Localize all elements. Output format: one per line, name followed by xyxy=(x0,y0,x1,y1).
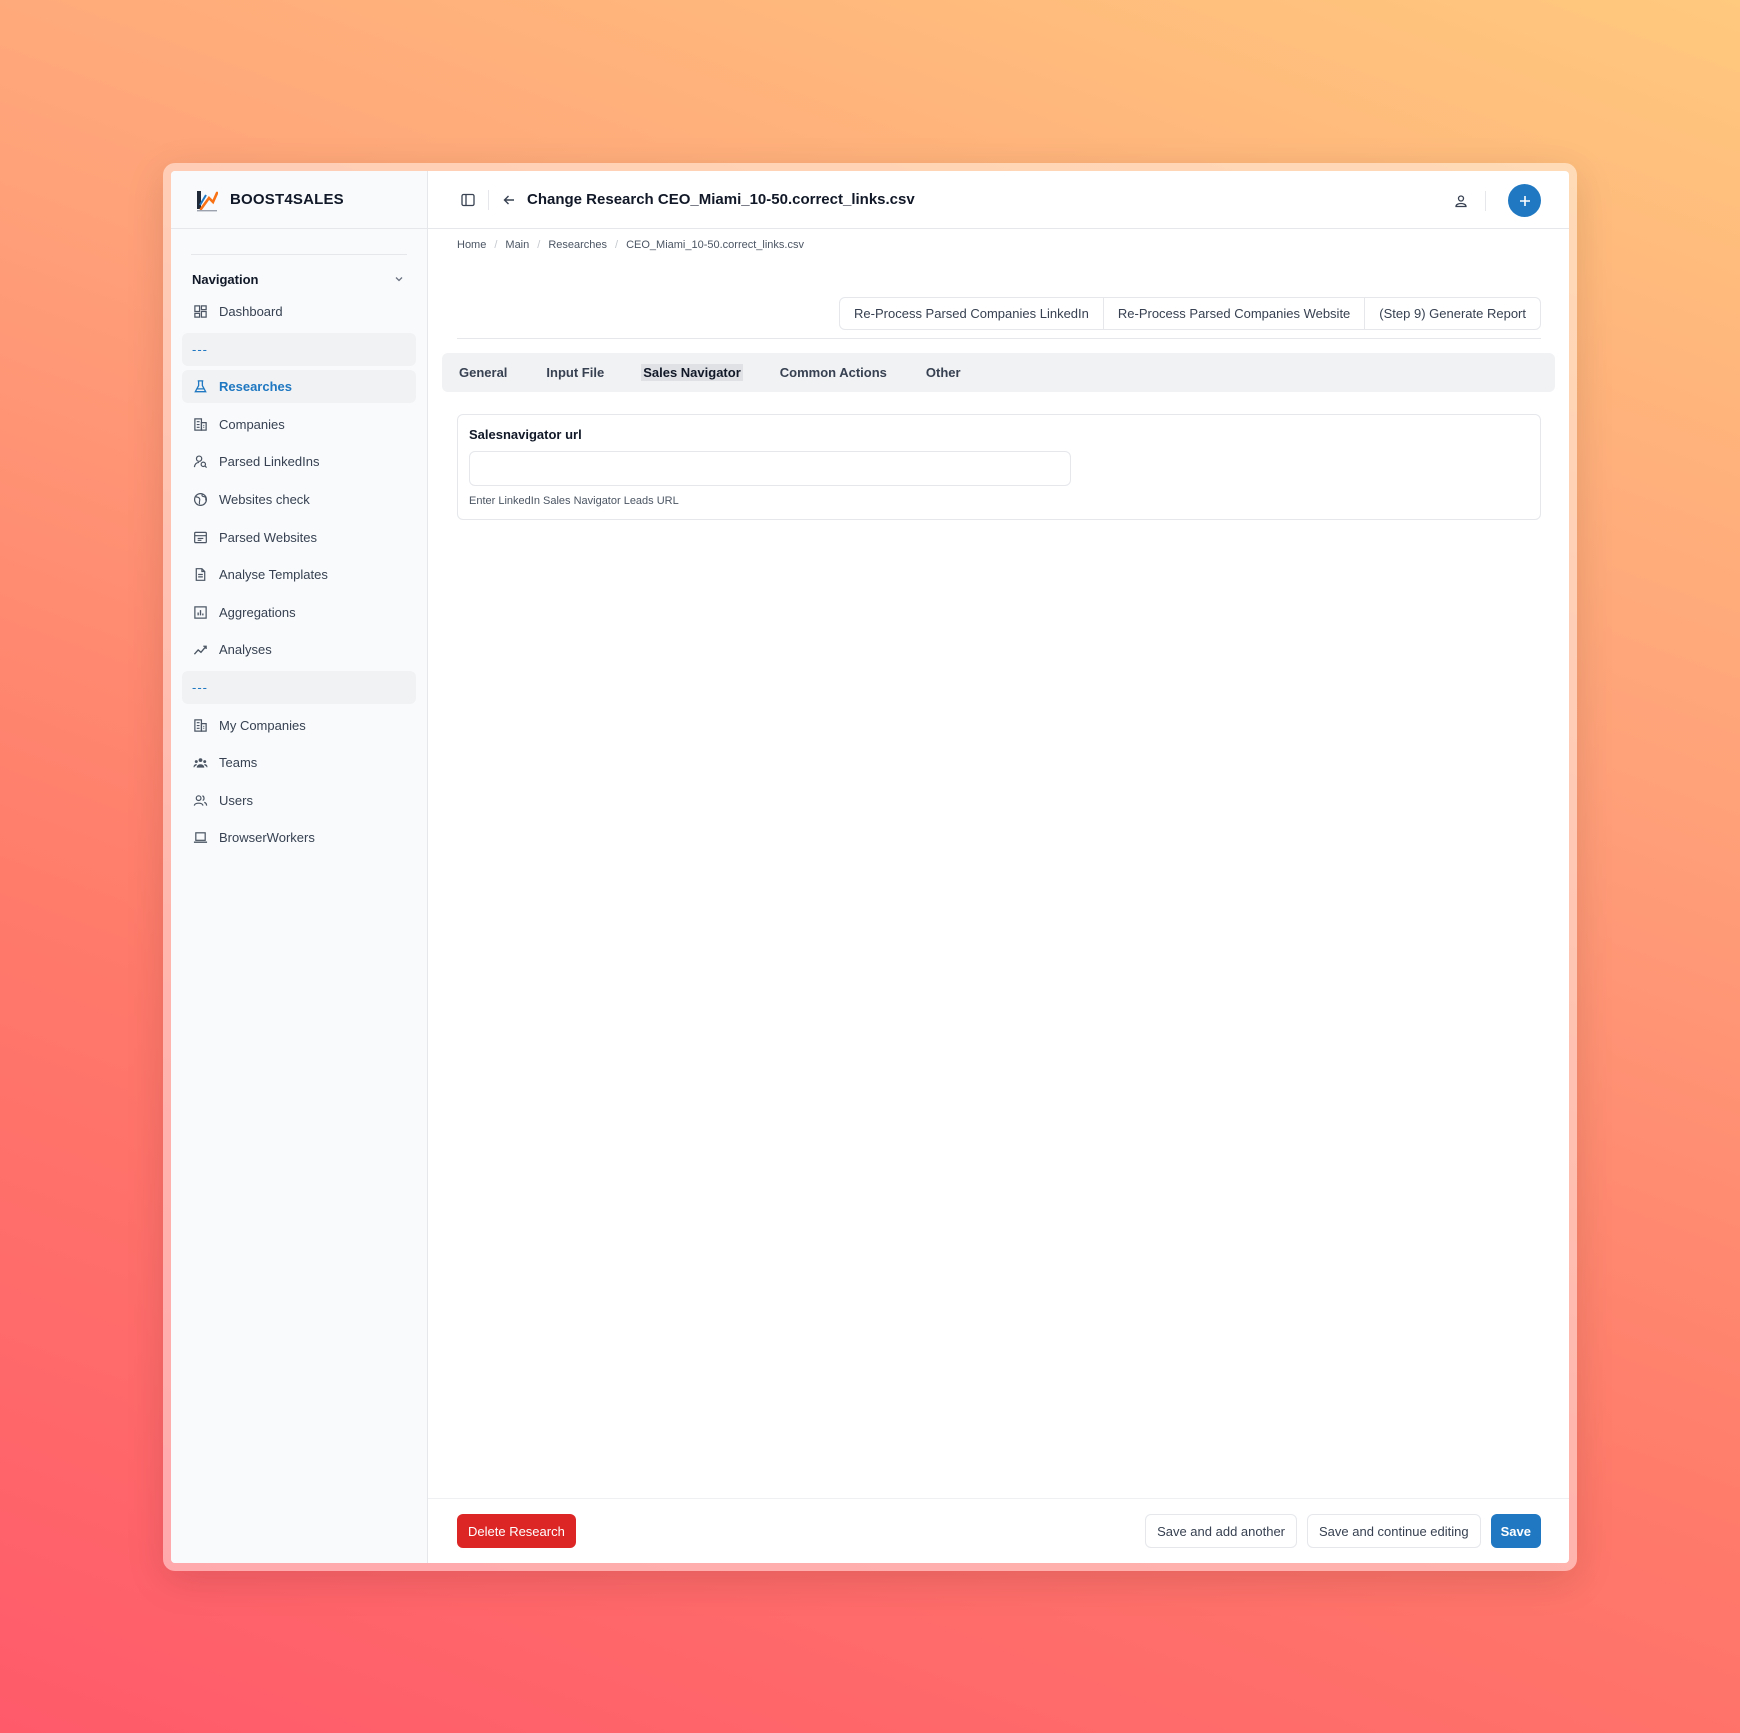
sidebar-item-parsed-websites[interactable]: Parsed Websites xyxy=(182,521,416,554)
sidebar-toggle-icon[interactable] xyxy=(456,188,480,212)
page-title: Change Research CEO_Miami_10-50.correct_… xyxy=(527,191,915,208)
nav-list: Dashboard --- Researches Companies Parse… xyxy=(171,289,427,854)
sidebar-item-aggregations[interactable]: Aggregations xyxy=(182,596,416,629)
actions-divider xyxy=(457,338,1541,339)
building-icon xyxy=(192,416,208,432)
chevron-down-icon xyxy=(395,277,403,282)
sidebar-item-label: Dashboard xyxy=(219,304,283,319)
sidebar-item-label: Users xyxy=(219,792,253,808)
sidebar-item-my-companies[interactable]: My Companies xyxy=(182,709,416,742)
breadcrumb-separator: / xyxy=(494,239,498,251)
back-arrow-icon[interactable] xyxy=(497,188,521,212)
team-icon xyxy=(192,755,208,771)
sidebar-divider: --- xyxy=(182,332,416,366)
tab-sales-navigator[interactable]: Sales Navigator xyxy=(641,364,743,381)
add-button[interactable] xyxy=(1508,184,1541,217)
sidebar-item-companies[interactable]: Companies xyxy=(182,408,416,441)
breadcrumb-separator: / xyxy=(537,239,541,251)
sidebar-item-users[interactable]: Users xyxy=(182,784,416,817)
sidebar-item-parsed-linkedins[interactable]: Parsed LinkedIns xyxy=(182,445,416,478)
breadcrumb-researches[interactable]: Researches xyxy=(548,239,607,251)
sidebar-item-researches[interactable]: Researches xyxy=(182,370,416,404)
topbar-actions xyxy=(1445,184,1541,217)
nav-section-title: Navigation xyxy=(192,271,259,287)
sidebar-item-label: BrowserWorkers xyxy=(219,830,315,846)
salesnavigator-url-label: Salesnavigator url xyxy=(469,427,582,442)
breadcrumb-home[interactable]: Home xyxy=(457,239,486,251)
user-icon[interactable] xyxy=(1445,185,1477,217)
trend-icon xyxy=(192,642,208,658)
reprocess-website-button[interactable]: Re-Process Parsed Companies Website xyxy=(1103,297,1366,330)
delete-research-button[interactable]: Delete Research xyxy=(457,1514,576,1548)
browser-window-icon xyxy=(192,529,208,545)
save-add-another-button[interactable]: Save and add another xyxy=(1145,1514,1297,1548)
tab-general[interactable]: General xyxy=(457,364,509,381)
sidebar-divider: --- xyxy=(182,670,416,704)
reprocess-linkedin-button[interactable]: Re-Process Parsed Companies LinkedIn xyxy=(839,297,1104,330)
salesnavigator-url-input[interactable] xyxy=(469,451,1071,486)
sidebar-item-browserworkers[interactable]: BrowserWorkers xyxy=(182,821,416,854)
bar-chart-icon xyxy=(192,604,208,620)
sidebar-item-analyses[interactable]: Analyses xyxy=(182,633,416,666)
laptop-icon xyxy=(192,830,208,846)
sidebar-divider-label: --- xyxy=(192,341,208,357)
brand-logo-icon xyxy=(197,190,218,211)
sales-navigator-card: Salesnavigator url Enter LinkedIn Sales … xyxy=(457,414,1541,520)
sidebar-item-label: Websites check xyxy=(219,491,310,507)
sidebar-item-label: Teams xyxy=(219,755,258,771)
sidebar-item-label: Companies xyxy=(219,416,285,432)
brand[interactable]: BOOST4SALES xyxy=(171,171,427,229)
flask-icon xyxy=(192,379,208,395)
breadcrumb-current: CEO_Miami_10-50.correct_links.csv xyxy=(626,239,804,251)
tab-bar: General Input File Sales Navigator Commo… xyxy=(442,353,1555,392)
save-continue-button[interactable]: Save and continue editing xyxy=(1307,1514,1481,1548)
sidebar-item-label: Researches xyxy=(219,379,292,395)
sidebar-item-label: My Companies xyxy=(219,717,306,733)
breadcrumb-main[interactable]: Main xyxy=(505,239,529,251)
topbar-separator xyxy=(1485,190,1486,211)
plus-icon xyxy=(1519,195,1530,206)
sidebar-item-label: Analyses xyxy=(219,642,272,658)
sidebar-item-label: Analyse Templates xyxy=(219,567,328,583)
sidebar-item-websites-check[interactable]: Websites check xyxy=(182,483,416,516)
sidebar-item-label: Parsed Websites xyxy=(219,529,318,545)
tab-common-actions[interactable]: Common Actions xyxy=(778,364,889,381)
save-button[interactable]: Save xyxy=(1490,1514,1541,1548)
sidebar-item-label: Aggregations xyxy=(219,604,296,620)
sidebar: BOOST4SALES Navigation Dashboard --- Res… xyxy=(171,171,428,1563)
dashboard-icon xyxy=(192,304,208,320)
sidebar-item-label: Parsed LinkedIns xyxy=(219,454,320,470)
main-content: Change Research CEO_Miami_10-50.correct_… xyxy=(428,171,1569,1563)
app-window: BOOST4SALES Navigation Dashboard --- Res… xyxy=(171,171,1569,1563)
document-icon xyxy=(192,567,208,583)
sidebar-item-teams[interactable]: Teams xyxy=(182,746,416,779)
user-search-icon xyxy=(192,454,208,470)
topbar-separator xyxy=(488,189,489,210)
form-footer: Delete Research Save and add another Sav… xyxy=(428,1498,1569,1563)
tab-other[interactable]: Other xyxy=(924,364,963,381)
nav-section-toggle[interactable]: Navigation xyxy=(171,255,427,289)
breadcrumb-separator: / xyxy=(615,239,619,251)
object-actions: Re-Process Parsed Companies LinkedIn Re-… xyxy=(839,297,1541,330)
sidebar-item-analyse-templates[interactable]: Analyse Templates xyxy=(182,558,416,591)
globe-icon xyxy=(192,491,208,507)
sidebar-item-dashboard[interactable]: Dashboard xyxy=(182,295,416,328)
footer-actions: Save and add another Save and continue e… xyxy=(1135,1514,1541,1548)
tab-input-file[interactable]: Input File xyxy=(544,364,606,381)
building-icon xyxy=(192,717,208,733)
breadcrumb: Home / Main / Researches / CEO_Miami_10-… xyxy=(428,229,1569,251)
generate-report-button[interactable]: (Step 9) Generate Report xyxy=(1365,297,1541,330)
sidebar-divider-label: --- xyxy=(192,679,208,695)
brand-name: BOOST4SALES xyxy=(230,191,344,208)
salesnavigator-url-help: Enter LinkedIn Sales Navigator Leads URL xyxy=(469,495,679,507)
topbar: Change Research CEO_Miami_10-50.correct_… xyxy=(428,171,1569,229)
users-icon xyxy=(192,792,208,808)
